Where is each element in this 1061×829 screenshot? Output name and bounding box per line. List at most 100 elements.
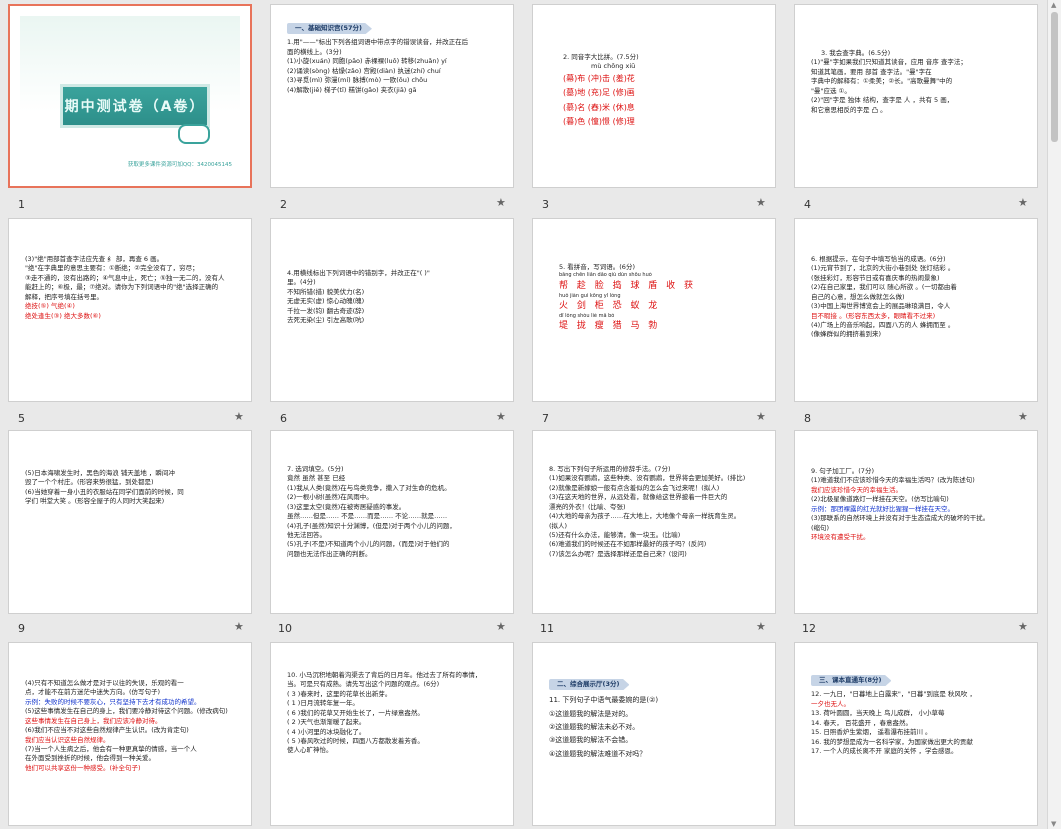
text-line: (3)在这天地的世界，从远处看，就像给这世界披着一件巨大的 — [549, 493, 728, 502]
text-line: 绝技(⑤) 气绝(④) — [25, 302, 75, 311]
section-header: 一、基础知识宫(57分) — [287, 23, 372, 35]
text-line: 6. 根据提示，在句子中填写恰当的成语。(6分) — [811, 255, 946, 263]
text-line: ( 1 )日月流转年复一年。 — [287, 699, 359, 708]
slide-thumbnail-2[interactable]: 一、基础知识宫(57分) 1.用"——"标出下列各组词语中带点字的错误读音，并改… — [270, 4, 514, 188]
text-line: 7. 选词填空。(5分) — [287, 465, 344, 473]
text-line: (2)诵读(sòng) 枯燥(zǎo) 宫殿(diàn) 执迷(zhí) chu… — [287, 66, 441, 75]
text-line: (4)广场上的音乐响起，四面八方的人 蜂拥而至 。 — [811, 320, 955, 329]
animation-star-icon[interactable]: ★ — [234, 410, 244, 423]
text-line: (拟人) — [549, 521, 568, 530]
text-line: 去死无染(尘) 引左高歌(吭) — [287, 316, 365, 325]
text-line: 漂亮的外衣！(比喻、夸张) — [549, 502, 626, 511]
slide-thumbnail-10[interactable]: 7. 选词填空。(5分) 竟然 虽然 甚至 已经 (1)我从人类(竟然)在与鸟类… — [270, 430, 514, 614]
slide-number-8: 8 — [804, 412, 811, 425]
animation-star-icon[interactable]: ★ — [234, 620, 244, 633]
slide-number-9: 9 — [18, 622, 25, 635]
slide-thumbnail-4[interactable]: 3. 我会查字典。(6.5分) (1)"曼"字如果我们只知道其读音，应用 音序 … — [794, 4, 1038, 188]
text-line: ( 3 )春来时，这里的花草长出新芽。 — [287, 689, 392, 698]
slide-thumbnail-9[interactable]: (5)日本海啸发生时，黑色的海浪 铺天盖地 ，瞬间冲 毁了一个个村庄。(形容来势… — [8, 430, 252, 614]
animation-star-icon[interactable]: ★ — [496, 410, 506, 423]
slide-thumbnail-11[interactable]: 8. 写出下列句子所运用的修辞手法。(7分) (1)如果没有鹦鹉，这些种类、没有… — [532, 430, 776, 614]
animation-star-icon[interactable]: ★ — [756, 196, 766, 209]
slide-thumbnail-8[interactable]: 6. 根据提示，在句子中填写恰当的成语。(6分) (1)元宵节到了，北京的大街小… — [794, 218, 1038, 402]
text-line: 火 剑 柜 恐 蚁 龙 — [559, 300, 661, 311]
text-line: (5)日本海啸发生时，黑色的海浪 铺天盖地 ，瞬间冲 — [25, 469, 175, 477]
text-line: 不知所错(措) 貌美伏力(名) — [287, 287, 365, 296]
section-header: 三、课本直通车(8分) — [811, 675, 892, 687]
text-line: 在外面受到挫折的时候，他会得到一种关爱。 — [25, 754, 155, 763]
slide-number-12: 12 — [802, 622, 816, 635]
vertical-scrollbar[interactable]: ▲ ▼ — [1047, 0, 1061, 829]
text-line: 千拉一发(钧) 翻古奇迹(辞) — [287, 306, 365, 315]
text-line: "绝"在字典里的意思主要有：①断绝；②完全没有了，穷尽； — [25, 264, 199, 273]
text-line: (6)当她穿着一身小丑的衣服站在同学们面前的时候，同 — [25, 487, 184, 496]
animation-star-icon[interactable]: ★ — [1018, 196, 1028, 209]
text-line: 环境没有遭受干扰。 — [811, 532, 870, 541]
slide-thumbnail-5[interactable]: (3)"绝"用部首查字法应先查 纟 部，再查 6 画。 "绝"在字典里的意思主要… — [8, 218, 252, 402]
slide-number-1: 1 — [18, 198, 25, 211]
animation-star-icon[interactable]: ★ — [1018, 620, 1028, 633]
text-line: 和它意思相反的字是 凸 。 — [811, 105, 887, 114]
text-line: (6)我们不应当不对这些自然规律产生认识。(改为肯定句) — [25, 726, 189, 735]
animation-star-icon[interactable]: ★ — [496, 620, 506, 633]
text-line: 5. 看拼音，写词语。(6分) — [559, 263, 635, 271]
text-line: (4)孔子(虽然)知识十分渊博，(但是)对于两个小儿的问题， — [287, 521, 456, 530]
slide-thumbnail-3[interactable]: 2. 同音字大比拼。(7.5分) mù chōng xiū (幕)布 (冲)击 … — [532, 4, 776, 188]
slide-number-5: 5 — [18, 412, 25, 425]
text-line: ②这道题我的解法未必不对。 — [549, 723, 640, 732]
text-line: ④这道题我的解法难道不对吗？ — [549, 749, 647, 758]
animation-star-icon[interactable]: ★ — [496, 196, 506, 209]
slide-thumbnail-1[interactable]: 期中测试卷（A卷） 获取更多课件资源可加QQ：3420045145 — [8, 4, 252, 188]
text-line: 点，才能不在前方迷茫中迷失方向。(仿写句子) — [25, 688, 161, 697]
text-line: (暮)色 (憧)憬 (修)理 — [563, 117, 635, 127]
slide-thumbnail-6[interactable]: 4.用横线标出下列词语中的错别字，并改正在"( )" 里。(4分) 不知所错(措… — [270, 218, 514, 402]
text-line: 10. 小马沉积地朝着沟渠去了背后的日月年。他过去了所有的事情， — [287, 671, 482, 679]
animation-star-icon[interactable]: ★ — [756, 620, 766, 633]
text-line: (4)大地的母亲为孩子……在大地上，大地像个母亲一样抚育生灵。 — [549, 512, 741, 521]
section-header: 二、综合展示厅(3分) — [549, 679, 630, 691]
slide-thumbnail-7[interactable]: 5. 看拼音，写词语。(6分) bāng chēn liǎn dǎo qiú d… — [532, 218, 776, 402]
animation-star-icon[interactable]: ★ — [1018, 410, 1028, 423]
text-line: (1)难道我们不应该珍惜今天的幸福生活吗？(改为陈述句) — [811, 476, 975, 485]
text-line: ③走不通的，没有出路的；④气息中止，死亡；⑤独一无二的，没有人 — [25, 273, 225, 282]
text-line: (1)元宵节到了，北京的大街小巷到处 张灯结彩 。 — [811, 264, 955, 273]
text-line: (像蜂群似的拥挤着到来) — [811, 330, 882, 339]
text-line: (1)小旋(xuán) 同胞(pāo) 赤裸裸(luǒ) 转移(zhuǎn) y… — [287, 57, 447, 66]
text-line: bāng chēn liǎn dǎo qiú dùn shōu huò — [559, 272, 652, 279]
text-line: (5)还有什么办法，能够清，像一块玉。(比喻) — [549, 530, 681, 539]
slide-thumbnail-16[interactable]: 三、课本直通车(8分) 12. 一九日，"日暮地上白露来"，"日暮"到底是 秋风… — [794, 642, 1038, 826]
slide-thumbnail-15[interactable]: 二、综合展示厅(3分) 11. 下列句子中语气最委婉的是(②) ①这道题我的解法… — [532, 642, 776, 826]
text-line: (3)这里太空(竟然)在被寄居疑惑的事发。 — [287, 502, 406, 511]
text-line: 1.用"——"标出下列各组词语中带点字的错误读音，并改正在后 — [287, 38, 469, 47]
slide-thumbnail-14[interactable]: 10. 小马沉积地朝着沟渠去了背后的日月年。他过去了所有的事情， 当。可是只有成… — [270, 642, 514, 826]
text-line: (2)就像是新嫁娘一般有点含羞似的怎么会飞过来呢！(拟人) — [549, 483, 720, 492]
cover-footer: 获取更多课件资源可加QQ：3420045145 — [127, 162, 232, 169]
text-line: 字典中的解释有：①柔美；②长。"高歌曼舞"中的 — [811, 77, 953, 86]
text-line: 无虚无实(虚) 惊心动魄(魄) — [287, 297, 365, 306]
slide-thumbnail-12[interactable]: 9. 句子加工厂。(7分) (1)难道我们不应该珍惜今天的幸福生活吗？(改为陈述… — [794, 430, 1038, 614]
slide-number-2: 2 — [280, 198, 287, 211]
text-line: (2)北极星像道路灯一样挂在天空。(仿写比喻句) — [811, 495, 949, 504]
slide-number-10: 10 — [278, 622, 292, 635]
text-line: 17. 一个人的成长离不开 家庭的关怀 ，学会感恩。 — [811, 746, 958, 755]
text-line: 13. 荷叶圆圆，当天晚上 鸟儿成群， 小小草莓 — [811, 709, 945, 718]
slide-number-4: 4 — [804, 198, 811, 211]
text-line: 14. 春天， 百花盛开 ，春意盎然。 — [811, 718, 913, 727]
text-line: 15. 日照香炉生紫烟， 遥看瀑布挂前川 。 — [811, 728, 932, 737]
text-line: 他无法回答。 — [287, 530, 326, 539]
text-line: (7)当一个人生病之后，他会有一种更真挚的情感，当一个人 — [25, 744, 197, 753]
text-line: (张挂彩灯，形容节日或有喜庆事的热闹景象) — [811, 273, 940, 282]
scrollbar-thumb[interactable] — [1051, 12, 1058, 142]
text-line: 16. 我的梦想是成为一名科学家，为国家做出更大的贡献 — [811, 737, 973, 746]
text-line: 2. 同音字大比拼。(7.5分) — [563, 53, 639, 61]
text-line: ( 4 )小河里的冰块融化了。 — [287, 727, 366, 736]
text-line: 11. 下列句子中语气最委婉的是(②) — [549, 696, 659, 705]
text-line: 这些事情发生在自己身上，我们应该冷静对待。 — [25, 716, 162, 725]
slide-number-11: 11 — [540, 622, 554, 635]
text-line: 能赶上的；⑥极，最；⑦绝对。请你为下列词语中的"绝"选择正确的 — [25, 283, 219, 292]
scroll-up-arrow-icon[interactable]: ▲ — [1051, 1, 1056, 9]
slide-thumbnail-13[interactable]: (4)只有不知道怎么做才是对于以往的失误，乐观的看一 点，才能不在前方迷茫中迷失… — [8, 642, 252, 826]
scroll-down-arrow-icon[interactable]: ▼ — [1051, 820, 1056, 828]
text-line: 知道其笔画，要用 部首 查字法。"曼"字在 — [811, 67, 932, 76]
animation-star-icon[interactable]: ★ — [756, 410, 766, 423]
